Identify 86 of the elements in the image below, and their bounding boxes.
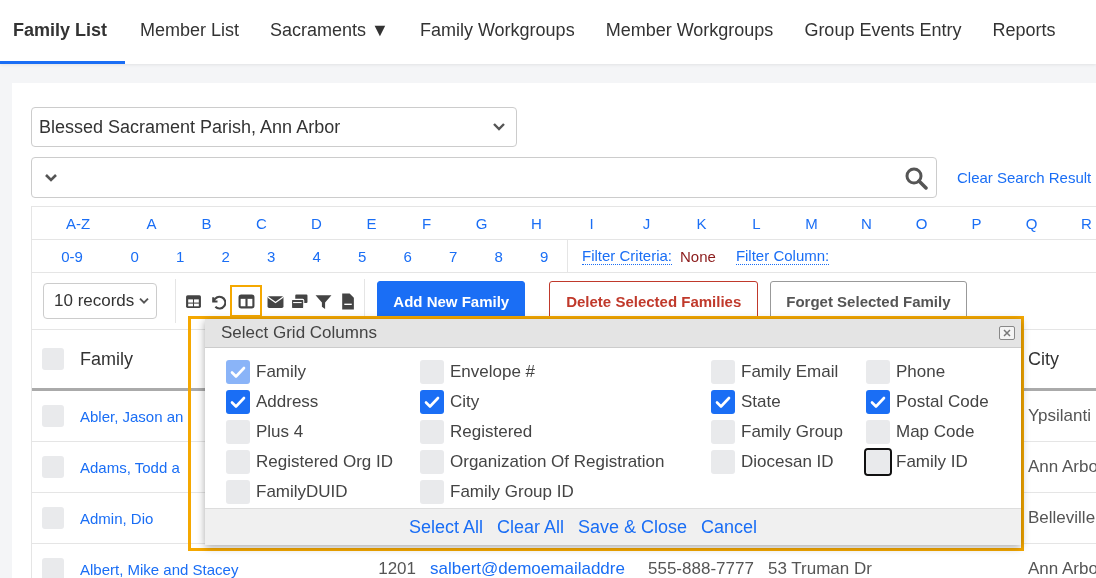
digit-filter[interactable]: 8 (476, 247, 522, 265)
letter-filter[interactable]: P (949, 214, 1004, 232)
digit-filter[interactable]: 1 (157, 247, 203, 265)
checkbox-label: City (450, 392, 480, 412)
checkbox-label: Postal Code (896, 392, 989, 412)
letter-filter[interactable]: A-Z (32, 214, 124, 232)
letter-filter[interactable]: Q (1004, 214, 1059, 232)
table-cell-text: 1201 (377, 559, 417, 578)
letter-filter[interactable]: H (509, 214, 564, 232)
table-cell-text: 53 Truman Dr (768, 559, 873, 578)
checkbox-label: Family Group ID (450, 482, 574, 502)
records-select[interactable]: 10 records (43, 283, 158, 319)
digit-filter[interactable]: 5 (339, 247, 385, 265)
checkbox-label: Address (256, 392, 319, 412)
checkbox-label: Envelope # (450, 362, 536, 382)
dialog-link[interactable]: Select All (408, 516, 483, 538)
letter-filter[interactable]: G (454, 214, 509, 232)
search-icon[interactable] (904, 165, 928, 190)
clear-search-link[interactable]: Clear Search Result (957, 169, 1092, 186)
column-checkbox[interactable] (866, 390, 890, 414)
checkbox-label: Family (256, 362, 307, 382)
filter-column-label[interactable]: Filter Column: (735, 247, 830, 265)
letter-filter[interactable]: A (124, 214, 179, 232)
parish-select[interactable]: Blessed Sacrament Parish, Ann Arbor (31, 107, 517, 147)
close-icon[interactable] (999, 326, 1015, 340)
checkbox-label: Registered Org ID (256, 452, 393, 472)
digit-filter[interactable]: 4 (294, 247, 340, 265)
letter-filter[interactable]: N (839, 214, 894, 232)
checkbox-label: Map Code (896, 422, 975, 442)
letter-filter[interactable]: L (729, 214, 784, 232)
letter-filter[interactable]: F (399, 214, 454, 232)
filter-criteria-label[interactable]: Filter Criteria: (582, 247, 672, 265)
digit-filter[interactable]: 9 (521, 247, 567, 265)
columns-icon[interactable] (230, 285, 263, 317)
checkbox-label: FamilyDUID (256, 482, 348, 502)
letter-filter[interactable]: D (289, 214, 344, 232)
nav-tab[interactable]: Member Workgroups (592, 0, 790, 64)
letter-filter[interactable]: I (564, 214, 619, 232)
family-link[interactable]: Albert, Mike and Stacey (80, 560, 370, 578)
letter-filter[interactable]: O (894, 214, 949, 232)
table-cell-text: Ypsilanti (1028, 406, 1092, 426)
checkbox-label: Registered (450, 422, 533, 442)
digit-filter[interactable]: 0 (112, 247, 158, 265)
column-header[interactable]: City (1028, 348, 1096, 370)
checkbox-label: Organization Of Registration (450, 452, 665, 472)
email-link[interactable]: salbert@demoemailaddre (430, 559, 648, 578)
letter-filter[interactable]: K (674, 214, 729, 232)
dialog-link[interactable]: Cancel (701, 516, 758, 538)
digit-filter[interactable]: 2 (203, 247, 249, 265)
checkbox-label: Phone (896, 362, 946, 382)
digit-filter[interactable]: 3 (248, 247, 294, 265)
nav-tab[interactable]: Family List (0, 0, 126, 64)
checkbox-label: Family ID (896, 452, 968, 472)
search-field[interactable] (31, 157, 937, 198)
filter-criteria-value: None (680, 247, 716, 265)
nav-tab[interactable]: Reports (979, 0, 1072, 64)
chevron-down-icon (44, 172, 58, 183)
letter-filter[interactable]: E (344, 214, 399, 232)
digit-filter[interactable]: 7 (430, 247, 476, 265)
checkbox-label: State (741, 392, 781, 412)
nav-tab[interactable]: Member List (127, 0, 256, 64)
checkbox-label: Diocesan ID (741, 452, 834, 472)
letter-filter[interactable]: B (179, 214, 234, 232)
letter-filter[interactable]: C (234, 214, 289, 232)
checkbox-label: Family Email (741, 362, 839, 382)
nav-tab[interactable]: Family Workgroups (406, 0, 591, 64)
dialog-title: Select Grid Columns (221, 323, 377, 343)
dialog-link[interactable]: Clear All (496, 516, 564, 538)
letter-filter[interactable]: J (619, 214, 674, 232)
column-checkbox[interactable] (866, 450, 890, 474)
table-cell-text: 555-888-7777 (648, 559, 755, 578)
digit-filter[interactable]: 0-9 (32, 247, 112, 265)
letter-filter[interactable]: R (1059, 214, 1096, 232)
nav-tab[interactable]: Group Events Entry (791, 0, 978, 64)
column-checkbox[interactable] (226, 390, 250, 414)
table-cell: Belleville (1028, 508, 1096, 528)
checkbox-label: Plus 4 (256, 422, 304, 442)
chevron-down-icon (138, 297, 151, 305)
letter-filter[interactable]: M (784, 214, 839, 232)
checkbox-label: Family Group (741, 422, 844, 442)
digit-filter[interactable]: 6 (385, 247, 431, 265)
column-checkbox[interactable] (420, 390, 444, 414)
column-checkbox[interactable] (711, 390, 735, 414)
dialog-link[interactable]: Save & Close (578, 516, 688, 538)
chevron-down-icon (492, 122, 506, 132)
nav-tab[interactable]: Sacraments ▼ (257, 0, 405, 64)
